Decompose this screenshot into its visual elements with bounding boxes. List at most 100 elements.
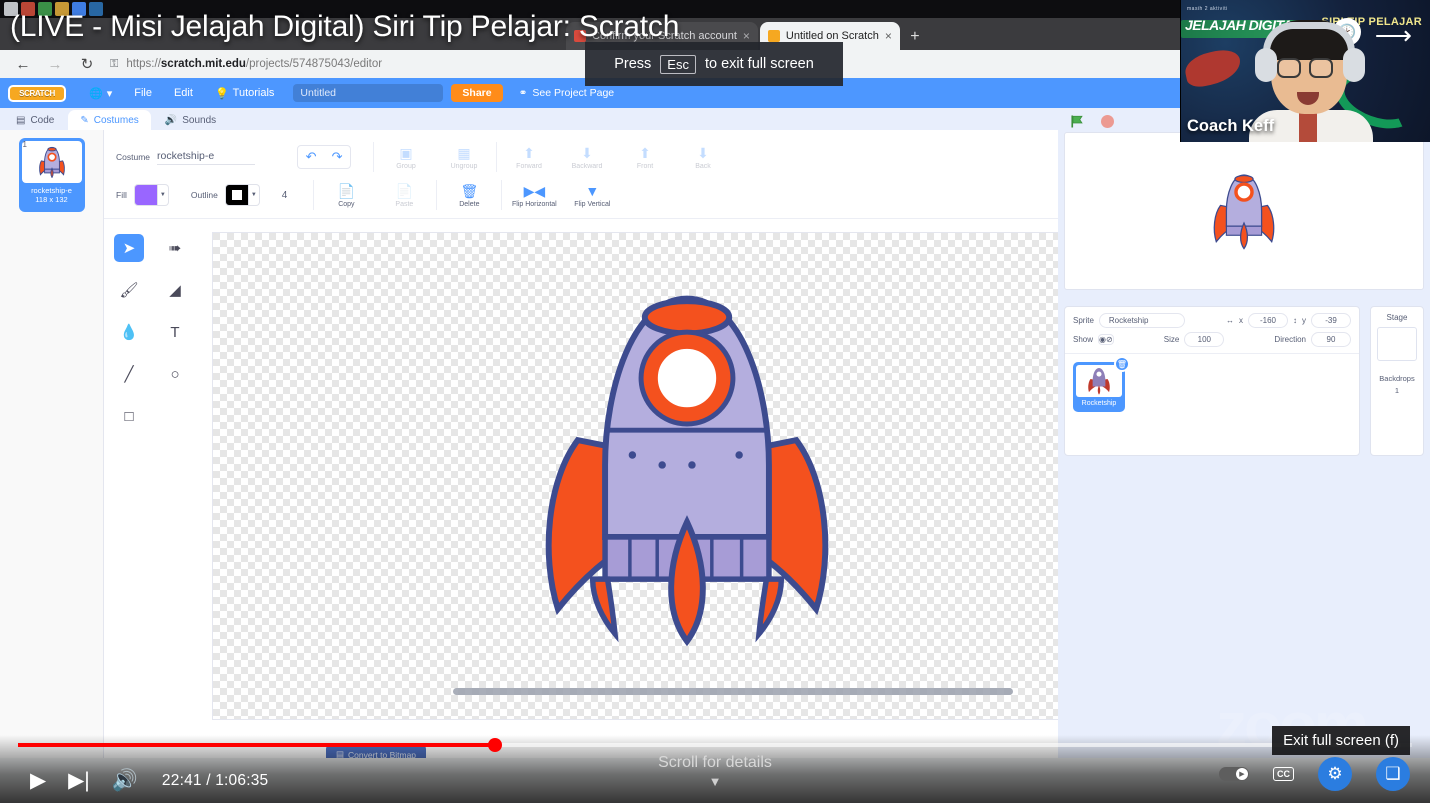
sprite-rocket-svg — [1088, 367, 1110, 395]
outline-caret-icon[interactable]: ▼ — [248, 184, 260, 206]
show-label: Show — [1073, 335, 1094, 344]
tutorials-label: Tutorials — [232, 87, 275, 99]
progress-bar[interactable] — [18, 738, 1412, 752]
ungroup-button[interactable]: ▦ Ungroup — [442, 145, 486, 170]
sprite-x-input[interactable]: -160 — [1248, 313, 1288, 328]
flip-vertical-icon: ▼ — [585, 182, 600, 199]
delete-sprite-icon[interactable]: 🗑 — [1114, 356, 1130, 372]
progress-scrubber[interactable] — [487, 738, 502, 752]
scratch-logo[interactable]: SCRATCH — [8, 84, 66, 102]
rocket-svg — [545, 295, 829, 647]
arrow-right-icon: ⟶ — [1374, 20, 1412, 50]
toast-prefix: Press — [614, 56, 652, 72]
forward-label: Forward — [516, 162, 542, 170]
sprite-info-row-1: Sprite Rocketship ↔ x -160 ↕ y -39 — [1073, 313, 1351, 328]
rocket-drawing[interactable] — [537, 286, 837, 651]
brush-icon: ✎ — [80, 114, 89, 126]
stop-icon[interactable] — [1101, 114, 1114, 128]
divider — [496, 142, 498, 172]
tutorials-menu[interactable]: 💡 Tutorials — [204, 78, 285, 108]
flip-horizontal-button[interactable]: ▶◀ Flip Horizontal — [512, 182, 557, 208]
forward-button[interactable]: ⬆ Forward — [507, 145, 551, 170]
show-visible-button[interactable]: ◉ — [1099, 335, 1106, 344]
tab-code-label: Code — [30, 114, 55, 126]
front-button[interactable]: ⬆ Front — [623, 145, 667, 170]
gear-icon[interactable]: ⚙ — [1318, 757, 1352, 791]
sprite-size-input[interactable]: 100 — [1184, 332, 1225, 347]
file-menu[interactable]: File — [123, 78, 163, 108]
costume-name-input[interactable]: rocketship-e — [157, 150, 256, 165]
sprite-name-input[interactable]: Rocketship — [1098, 313, 1185, 328]
paint-canvas[interactable] — [212, 232, 1162, 720]
costume-list: 1 rocketship-e 118 x 132 — [0, 130, 104, 758]
stage-preview[interactable] — [1064, 132, 1424, 290]
scroll-for-details[interactable]: Scroll for details ▼ — [0, 754, 1430, 789]
stroke-width-input[interactable]: 4 — [282, 190, 288, 201]
costume-label: rocketship-e 118 x 132 — [22, 183, 82, 209]
rectangle-tool[interactable]: □ — [114, 402, 144, 430]
edit-menu[interactable]: Edit — [163, 78, 204, 108]
exit-fullscreen-icon[interactable]: ❑ — [1376, 757, 1410, 791]
backward-button[interactable]: ⬇ Backward — [565, 145, 609, 170]
tab-code[interactable]: ▤ Code — [4, 110, 67, 130]
video-surface[interactable]: Confirm your Scratch account × Untitled … — [0, 0, 1430, 803]
fill-tool[interactable]: 💧 — [114, 318, 144, 346]
globe-icon: 🌐 — [89, 87, 103, 100]
reshape-tool[interactable]: ➠ — [160, 234, 190, 262]
copy-button[interactable]: 📄 Copy — [324, 183, 368, 208]
sprite-thumbnail — [1076, 365, 1122, 397]
green-flag-icon[interactable] — [1070, 114, 1085, 129]
show-toggle: ◉ ⊘ — [1098, 334, 1114, 345]
webcam-overlay[interactable]: masih 2 aktiviti JELAJAH DIGITAL SIRI TI… — [1180, 0, 1430, 142]
text-tool[interactable]: T — [160, 318, 190, 346]
delete-button[interactable]: 🗑 Delete — [447, 183, 491, 208]
see-project-page-button[interactable]: ⚭ See Project Page — [503, 87, 615, 99]
flip-buttons: ▶◀ Flip Horizontal ▼ Flip Vertical — [512, 183, 614, 208]
fill-caret-icon[interactable]: ▼ — [157, 184, 169, 206]
paint-tools: ➤ ➠ 🖌 ◢ 💧 T ╱ ○ □ — [114, 234, 206, 430]
eraser-tool[interactable]: ◢ — [160, 276, 190, 304]
sprite-y-input[interactable]: -39 — [1311, 313, 1351, 328]
backdrop-small-text: masih 2 aktiviti — [1187, 6, 1228, 12]
flip-vertical-button[interactable]: ▼ Flip Vertical — [570, 183, 614, 208]
direction-label: Direction — [1274, 335, 1306, 344]
sprite-card-label: Rocketship — [1081, 400, 1117, 407]
see-project-page-label: See Project Page — [532, 87, 615, 99]
tab-sounds[interactable]: 🔊 Sounds — [152, 110, 229, 130]
sprite-card-rocketship[interactable]: 🗑 Rocketship — [1073, 356, 1130, 412]
sprite-direction-input[interactable]: 90 — [1311, 332, 1351, 347]
paste-button[interactable]: 📄 Paste — [382, 183, 426, 208]
redo-icon[interactable]: ↷ — [324, 146, 350, 168]
screen-root: Confirm your Scratch account × Untitled … — [0, 0, 1430, 803]
brush-tool[interactable]: 🖌 — [114, 276, 144, 304]
tab-costumes[interactable]: ✎ Costumes — [68, 110, 151, 130]
stage-rocket-svg — [1213, 174, 1275, 250]
undo-icon[interactable]: ↶ — [298, 146, 324, 168]
sprite-info: Sprite Rocketship ↔ x -160 ↕ y -39 Show — [1065, 307, 1359, 354]
share-button[interactable]: Share — [451, 84, 503, 102]
autoplay-toggle[interactable]: ▶ — [1219, 767, 1249, 781]
stage-selector-panel[interactable]: Stage Backdrops 1 — [1370, 306, 1424, 456]
show-hidden-button[interactable]: ⊘ — [1106, 335, 1113, 344]
line-tool[interactable]: ╱ — [114, 360, 144, 388]
paste-label: Paste — [395, 200, 414, 208]
group-button[interactable]: ▣ Group — [384, 145, 428, 170]
video-player-controls: ▶ ▶| 🔊 22:41 / 1:06:35 Scroll for detail… — [0, 726, 1430, 803]
sprite-list: 🗑 Rocketship — [1065, 354, 1359, 420]
fill-color-swatch[interactable] — [133, 184, 158, 206]
flip-horizontal-icon: ▶◀ — [523, 182, 546, 199]
arrow-up-icon: ⬆ — [523, 144, 535, 161]
tab-costumes-label: Costumes — [93, 114, 139, 126]
language-menu[interactable]: 🌐 ▾ — [78, 78, 123, 108]
outline-color-swatch[interactable] — [224, 184, 249, 206]
project-title-input[interactable]: Untitled — [293, 84, 444, 102]
outline-label: Outline — [190, 190, 218, 200]
back-button[interactable]: ⬇ Back — [681, 145, 725, 170]
select-tool[interactable]: ➤ — [114, 234, 144, 262]
stage-panel-thumbnail — [1377, 327, 1417, 361]
paint-toolbar-row-1: Costume rocketship-e ↶ ↷ ▣ Group ▦ Ungro… — [116, 138, 1168, 176]
captions-icon[interactable]: CC — [1273, 767, 1294, 781]
circle-tool[interactable]: ○ — [160, 360, 190, 388]
costume-item[interactable]: 1 rocketship-e 118 x 132 — [18, 138, 85, 212]
canvas-horizontal-scrollbar[interactable] — [453, 688, 1013, 695]
